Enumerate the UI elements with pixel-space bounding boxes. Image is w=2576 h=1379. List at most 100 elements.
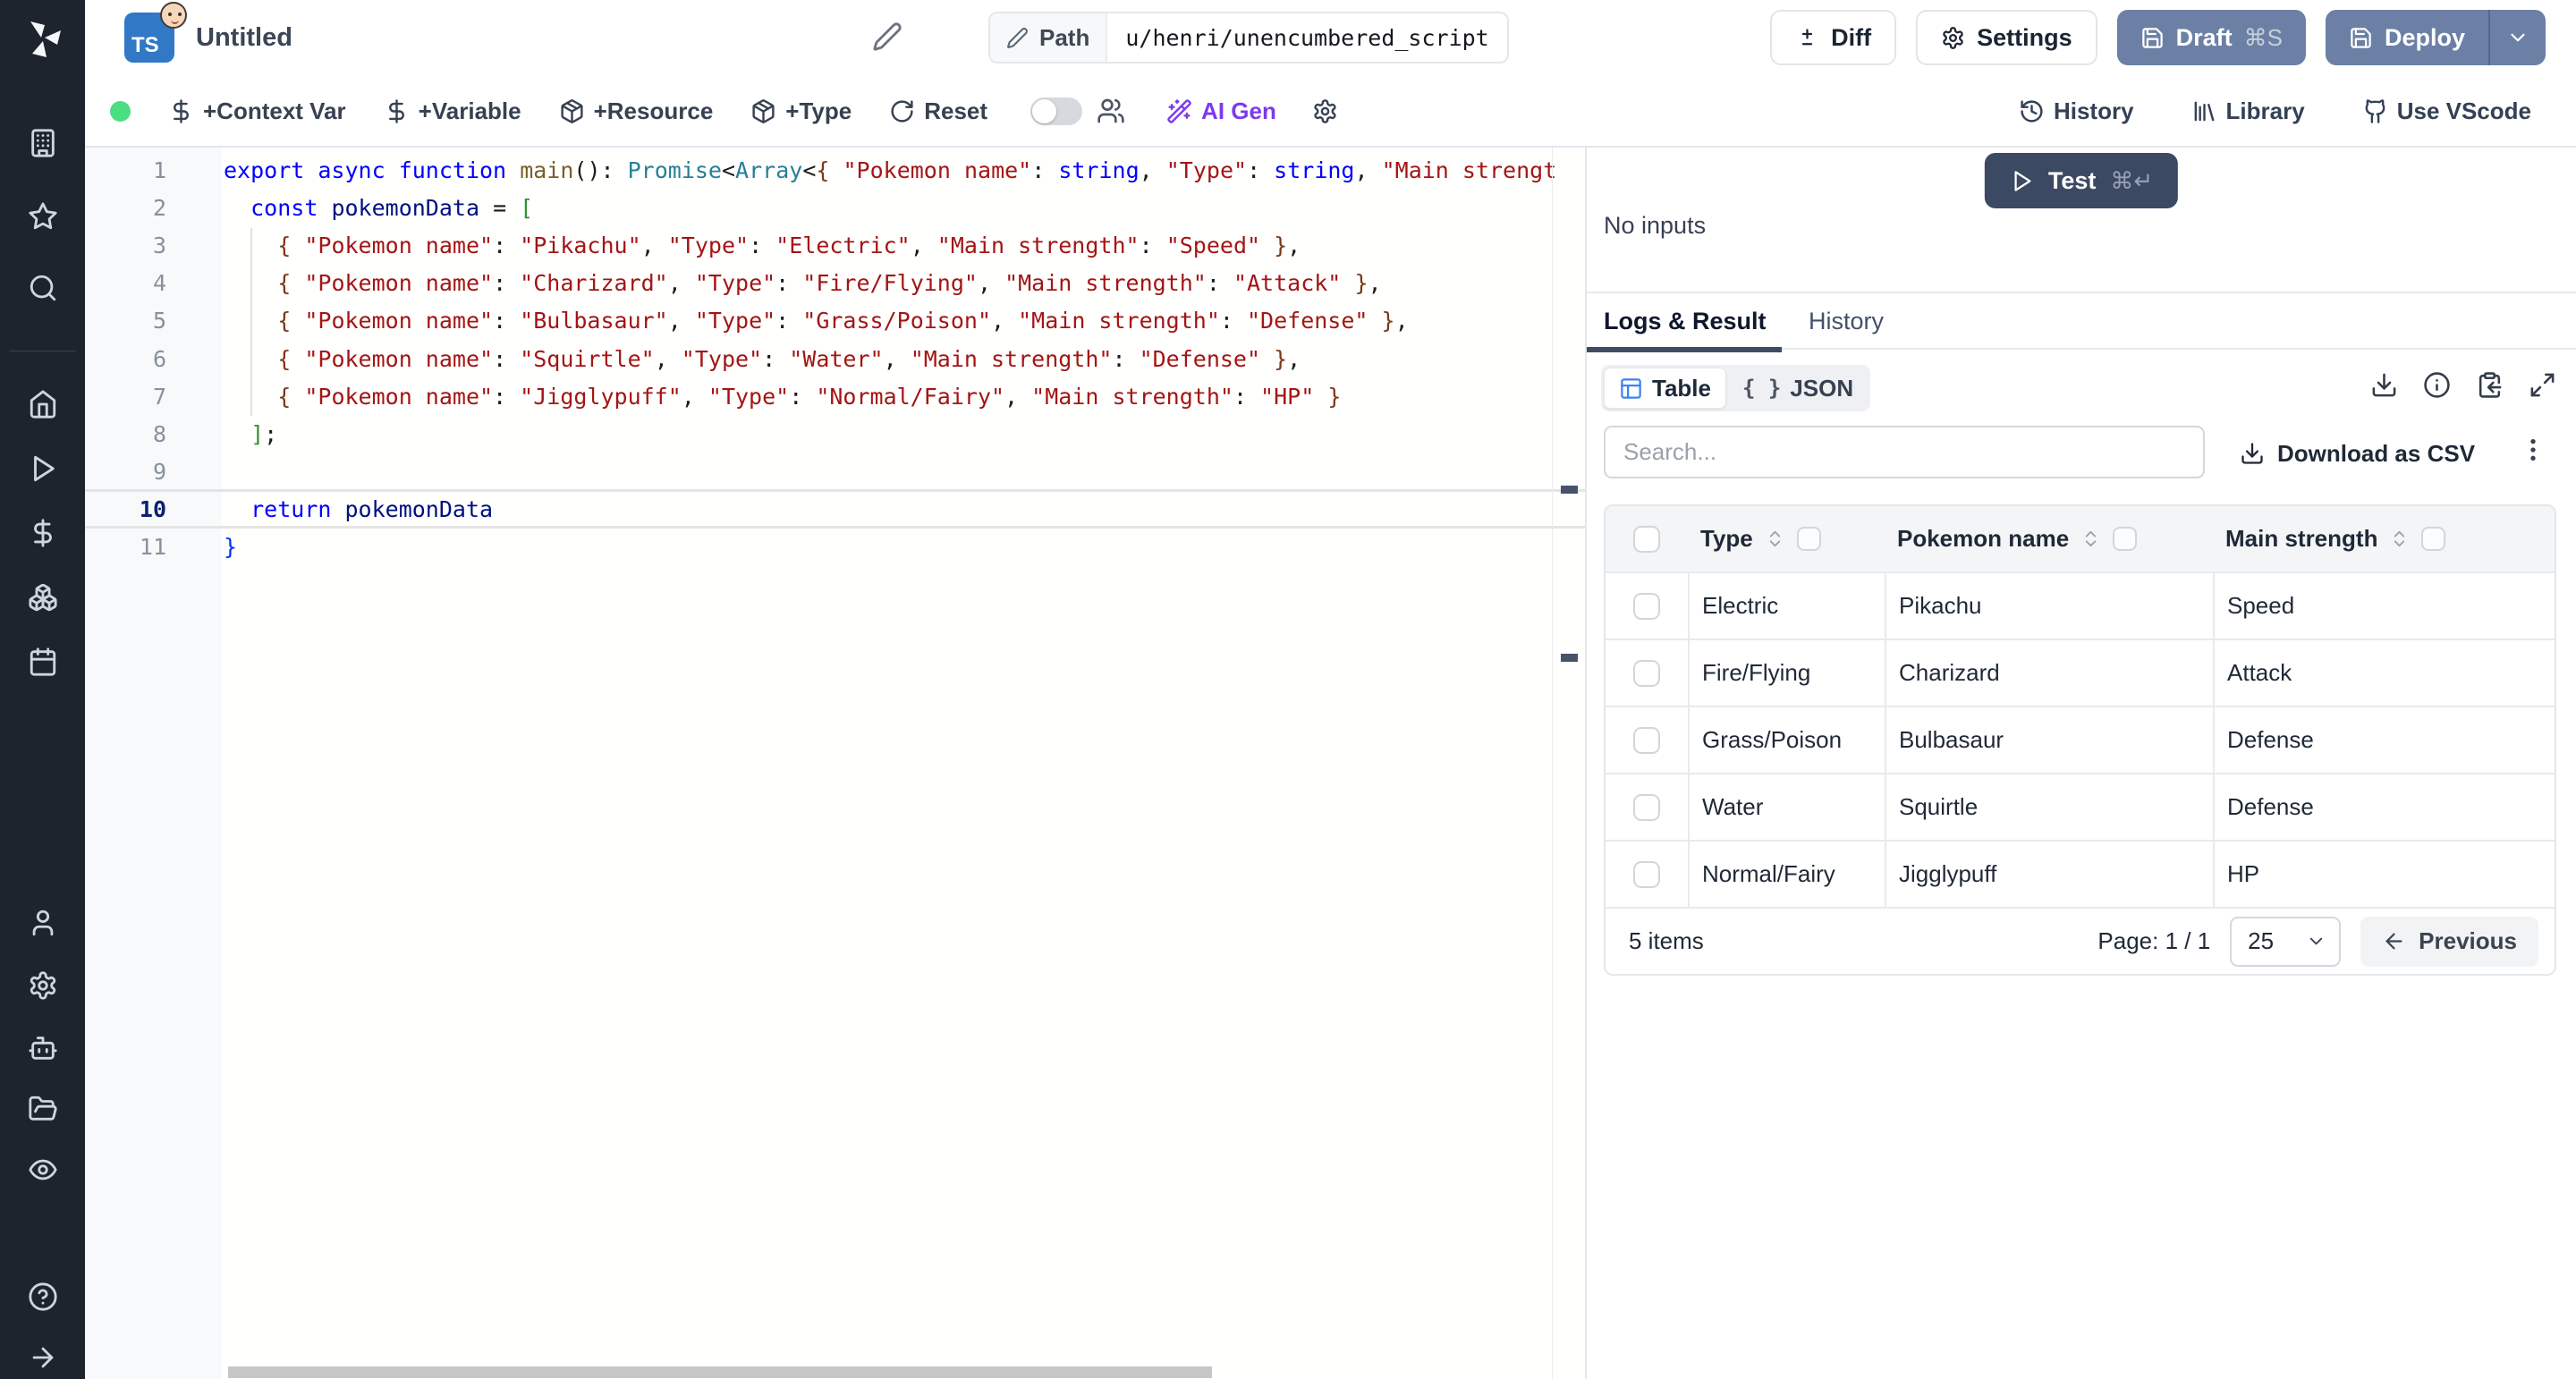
table-row[interactable]: Fire/FlyingCharizardAttack [1606,639,2555,706]
sort-icon[interactable] [2080,529,2101,549]
table-row[interactable]: Normal/FairyJigglypuffHP [1606,840,2555,907]
column-header-type[interactable]: Type [1688,525,1885,553]
runs-play-icon[interactable] [28,453,58,484]
scrollbar-mark [1561,654,1578,662]
code-line-4[interactable]: 4 { "Pokemon name": "Charizard", "Type":… [85,265,1558,302]
diff-mode-toggle[interactable] [1030,97,1082,125]
code-line-11[interactable]: 11} [85,529,1558,566]
folders-icon[interactable] [28,1094,58,1124]
info-icon[interactable] [2423,371,2451,399]
column-filter-checkbox[interactable] [1797,527,1821,551]
audit-logs-eye-icon[interactable] [28,1155,58,1185]
column-header-main-strength[interactable]: Main strength [2213,525,2555,553]
home-icon[interactable] [28,389,58,419]
deploy-button[interactable]: Deploy [2326,10,2488,65]
path-field[interactable]: Path u/henri/unencumbered_script [988,12,1509,63]
editor-scrollbar-track [1552,148,1554,1379]
view-mode-json[interactable]: { } JSON [1728,368,1868,409]
edit-summary-pencil-icon[interactable] [872,21,902,55]
add-context-var-button[interactable]: +Context Var [168,97,346,125]
code-line-2[interactable]: 2 const pokemonData = [ [85,189,1558,226]
download-result-icon[interactable] [2370,371,2398,399]
code-line-9[interactable]: 9 [85,453,1558,491]
code-editor[interactable]: 1export async function main(): Promise<A… [85,148,1585,1379]
search-icon[interactable] [28,273,58,303]
reset-button[interactable]: Reset [889,97,987,125]
sort-icon[interactable] [2389,529,2410,549]
download-csv-button[interactable]: Download as CSV [2240,432,2475,475]
code-line-5[interactable]: 5 { "Pokemon name": "Bulbasaur", "Type":… [85,302,1558,340]
variables-dollar-icon[interactable] [28,518,58,548]
row-checkbox[interactable] [1633,794,1660,821]
draft-label: Draft [2176,24,2233,52]
settings-gear-icon[interactable] [28,970,58,1001]
diff-button[interactable]: Diff [1770,10,1896,65]
table-cell: Bulbasaur [1885,707,2213,773]
deploy-split-button: Deploy [2326,10,2546,65]
test-button[interactable]: Test ⌘↵ [1985,153,2178,208]
code-line-7[interactable]: 7 { "Pokemon name": "Jigglypuff", "Type"… [85,377,1558,415]
content-split: 1export async function main(): Promise<A… [85,148,2576,1379]
path-value[interactable]: u/henri/unencumbered_script [1107,13,1506,62]
favorites-star-icon[interactable] [28,201,58,232]
package-icon [750,98,776,124]
horizontal-scrollbar[interactable] [228,1366,1212,1378]
tab-history[interactable]: History [1809,293,1884,350]
add-resource-button[interactable]: +Resource [559,97,714,125]
table-cell: Defense [2213,774,2555,840]
previous-page-button[interactable]: Previous [2360,917,2538,967]
more-options-kebab-icon[interactable] [2519,436,2547,464]
row-checkbox[interactable] [1633,660,1660,687]
history-button[interactable]: History [2019,97,2134,125]
expand-sidebar-arrow-icon[interactable] [28,1342,58,1373]
library-button[interactable]: Library [2191,97,2305,125]
sort-icon[interactable] [1765,529,1785,549]
deploy-dropdown-button[interactable] [2490,10,2546,65]
code-line-3[interactable]: 3 { "Pokemon name": "Pikachu", "Type": "… [85,226,1558,264]
code-line-1[interactable]: 1export async function main(): Promise<A… [85,151,1558,189]
search-input[interactable] [1604,426,2205,478]
expand-result-icon[interactable] [2529,371,2556,399]
code-text: ]; [222,421,277,447]
column-filter-checkbox[interactable] [2113,527,2137,551]
chevron-down-icon [2506,26,2529,49]
scrollbar-mark [1561,486,1578,494]
view-mode-table[interactable]: Table [1604,368,1726,409]
editor-settings-gear-icon[interactable] [1312,98,1338,124]
select-all-checkbox[interactable] [1633,526,1660,553]
workspace-building-icon[interactable] [28,128,58,158]
row-checkbox[interactable] [1633,727,1660,754]
help-icon[interactable] [28,1282,58,1312]
gear-icon [1941,26,1965,50]
use-vscode-button[interactable]: Use VScode [2362,97,2531,125]
windmill-logo-icon[interactable] [21,18,64,61]
ai-gen-button[interactable]: AI Gen [1166,97,1276,125]
copy-to-clipboard-icon[interactable] [2476,371,2504,399]
result-tabs: Logs & Result History [1587,293,2576,350]
settings-button[interactable]: Settings [1916,10,2097,65]
result-action-icons [2370,371,2556,399]
workers-robot-icon[interactable] [28,1033,58,1063]
add-variable-button[interactable]: +Variable [384,97,521,125]
column-filter-checkbox[interactable] [2421,527,2445,551]
table-row[interactable]: Grass/PoisonBulbasaurDefense [1606,706,2555,773]
add-type-button[interactable]: +Type [750,97,852,125]
table-header-row: TypePokemon nameMain strength [1606,506,2555,571]
schedules-calendar-icon[interactable] [28,647,58,677]
page-size-select[interactable]: 25 [2230,917,2341,967]
row-checkbox[interactable] [1633,861,1660,888]
code-line-6[interactable]: 6 { "Pokemon name": "Squirtle", "Type": … [85,340,1558,377]
tab-logs-result[interactable]: Logs & Result [1604,293,1767,350]
code-line-8[interactable]: 8 ]; [85,415,1558,453]
code-line-10[interactable]: 10 return pokemonData [85,491,1558,529]
draft-button[interactable]: Draft ⌘S [2117,10,2306,65]
play-icon [2010,169,2034,193]
column-header-pokemon-name[interactable]: Pokemon name [1885,525,2213,553]
table-row[interactable]: WaterSquirtleDefense [1606,773,2555,840]
row-checkbox[interactable] [1633,593,1660,620]
table-row[interactable]: ElectricPikachuSpeed [1606,571,2555,639]
collaborators-users-icon[interactable] [1097,97,1125,125]
table-cell: Normal/Fairy [1688,842,1885,907]
user-icon[interactable] [28,908,58,938]
resources-boxes-icon[interactable] [28,582,58,613]
